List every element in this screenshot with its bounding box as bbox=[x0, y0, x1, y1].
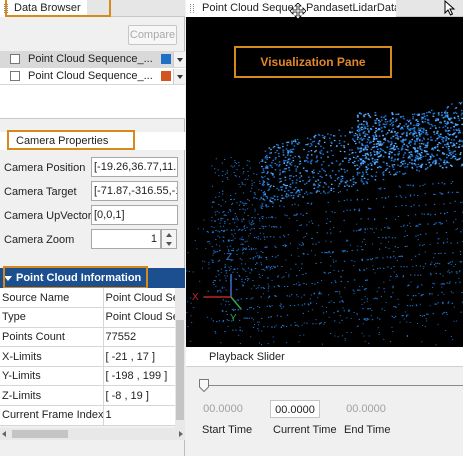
start-time-label: Start Time bbox=[202, 424, 253, 436]
camera-position-field[interactable]: [-19.26,36.77,11.7 bbox=[91, 157, 178, 177]
prop-value: [ -21 , 17 ] bbox=[103, 346, 175, 367]
mouse-pointer-icon bbox=[444, 0, 456, 16]
horizontal-scrollbar[interactable] bbox=[0, 428, 185, 440]
playback-panel: Playback Slider 00.0000 00.0000 00.0000 … bbox=[186, 347, 463, 456]
tab-data-browser[interactable]: Data Browser bbox=[0, 0, 87, 17]
chevron-down-icon[interactable] bbox=[173, 68, 185, 84]
dataset-row[interactable]: Point Cloud Sequence_... bbox=[0, 51, 185, 68]
right-tabstrip: Point Cloud Seque... PandasetLidarData bbox=[186, 0, 463, 17]
prop-value: [ -8 , 19 ] bbox=[103, 385, 175, 407]
axes-triad: Z X Y bbox=[192, 252, 242, 324]
camera-properties-title: Camera Properties bbox=[16, 135, 109, 147]
table-row: Y-Limits[ -198 , 199 ] bbox=[0, 366, 175, 387]
data-browser-panel: Data Browser Compare Point Cloud Sequenc… bbox=[0, 0, 185, 456]
camera-target-label: Camera Target bbox=[4, 186, 77, 198]
camera-zoom-label: Camera Zoom bbox=[4, 234, 75, 246]
camera-position-label: Camera Position bbox=[4, 162, 86, 174]
prop-key: X-Limits bbox=[0, 346, 104, 367]
grip-icon bbox=[190, 4, 194, 13]
start-time-field[interactable]: 00.0000 bbox=[198, 400, 248, 418]
table-row: Source Name Point Cloud Se bbox=[0, 288, 175, 309]
current-time-label: Current Time bbox=[273, 424, 337, 436]
point-cloud-info-title: Point Cloud Information bbox=[16, 272, 142, 284]
point-cloud-viewport[interactable]: Visualization Pane Z X Y bbox=[186, 17, 463, 347]
move-cursor-icon bbox=[290, 3, 306, 19]
left-tabstrip: Data Browser bbox=[0, 0, 185, 17]
table-row: Current Frame Index 1 bbox=[0, 405, 175, 426]
vertical-scrollbar[interactable] bbox=[175, 288, 185, 428]
dataset-list-empty-area bbox=[0, 85, 185, 119]
dataset-color-swatch[interactable] bbox=[161, 54, 171, 64]
dataset-checkbox[interactable] bbox=[10, 54, 20, 64]
prop-value: Point Cloud Se bbox=[103, 307, 175, 328]
current-time-field[interactable]: 00.0000 bbox=[270, 400, 320, 418]
table-row: Type Point Cloud Se bbox=[0, 307, 175, 328]
prop-key: Type bbox=[0, 307, 104, 328]
table-row: X-Limits[ -21 , 17 ] bbox=[0, 346, 175, 367]
prop-key: Points Count bbox=[0, 327, 104, 348]
visualization-panel: Point Cloud Seque... PandasetLidarData V… bbox=[186, 0, 463, 456]
camera-zoom-field[interactable]: 1 bbox=[91, 229, 161, 249]
dataset-row[interactable]: Point Cloud Sequence_... bbox=[0, 68, 185, 85]
prop-value: [ -198 , 199 ] bbox=[103, 366, 175, 387]
chevron-down-icon[interactable] bbox=[173, 51, 185, 67]
collapse-triangle-icon[interactable] bbox=[4, 276, 12, 281]
table-row: Z-Limits[ -8 , 19 ] bbox=[0, 385, 175, 407]
lidar-viewer-app: Data Browser Compare Point Cloud Sequenc… bbox=[0, 0, 463, 456]
dataset-color-swatch[interactable] bbox=[161, 71, 171, 81]
prop-key: Z-Limits bbox=[0, 385, 104, 407]
camera-zoom-stepper[interactable] bbox=[161, 229, 177, 249]
point-cloud-info-header[interactable]: Point Cloud Information bbox=[0, 268, 185, 288]
dataset-checkbox[interactable] bbox=[10, 71, 20, 81]
camera-upvector-label: Camera UpVector bbox=[4, 210, 92, 222]
scrollbar-thumb[interactable] bbox=[12, 430, 68, 438]
prop-key: Source Name bbox=[0, 288, 104, 309]
point-cloud-info-table: Source Name Point Cloud Se Type Point Clou… bbox=[0, 288, 175, 426]
end-time-field[interactable]: 00.0000 bbox=[341, 400, 391, 418]
camera-properties-header[interactable]: Camera Properties bbox=[0, 132, 185, 150]
chevron-up-icon[interactable] bbox=[166, 233, 172, 237]
scroll-right-icon[interactable] bbox=[179, 431, 183, 437]
prop-key: Y-Limits bbox=[0, 366, 104, 387]
grip-icon bbox=[4, 4, 8, 13]
prop-key: Current Frame Index bbox=[0, 405, 104, 426]
chevron-down-icon[interactable] bbox=[166, 242, 172, 246]
y-axis-label: Y bbox=[230, 313, 237, 324]
camera-target-field[interactable]: [-71.87,-316.55,-1 bbox=[91, 181, 178, 201]
dataset-label: Point Cloud Sequence_... bbox=[28, 53, 153, 65]
scroll-left-icon[interactable] bbox=[2, 431, 6, 437]
camera-upvector-field[interactable]: [0,0,1] bbox=[91, 205, 178, 225]
prop-value: 1 bbox=[103, 405, 175, 426]
prop-value: Point Cloud Se bbox=[103, 288, 175, 309]
scrollbar-thumb[interactable] bbox=[176, 320, 184, 420]
z-axis-label: Z bbox=[226, 252, 232, 263]
x-axis-label: X bbox=[192, 292, 199, 303]
prop-value: 77552 bbox=[103, 327, 175, 348]
playback-slider-title: Playback Slider bbox=[186, 347, 463, 367]
dataset-label: Point Cloud Sequence_... bbox=[28, 70, 153, 82]
playback-slider-track[interactable] bbox=[203, 385, 463, 386]
tab-data-browser-label: Data Browser bbox=[14, 2, 81, 14]
playback-slider-thumb[interactable] bbox=[199, 379, 209, 392]
end-time-label: End Time bbox=[344, 424, 391, 436]
compare-button[interactable]: Compare bbox=[128, 25, 177, 45]
table-row: Points Count 77552 bbox=[0, 327, 175, 348]
